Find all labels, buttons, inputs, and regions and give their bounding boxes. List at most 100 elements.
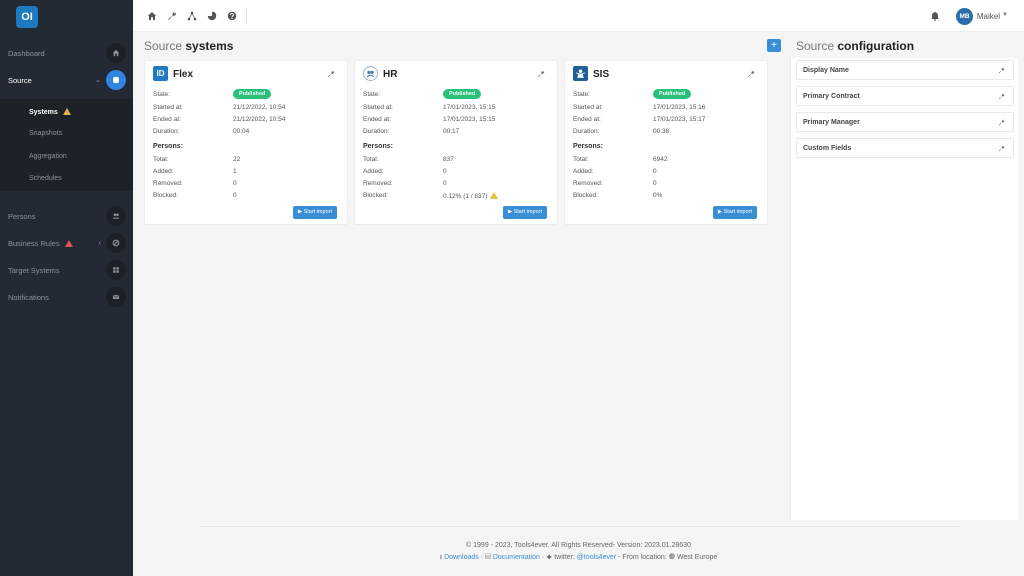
sidebar-item-business-rules[interactable]: Business Rules ‹ xyxy=(0,230,133,256)
question-icon[interactable] xyxy=(227,11,237,21)
blocked-label: Blocked: xyxy=(573,192,598,199)
title-light: Source xyxy=(796,39,835,53)
sidebar-item-label: Business Rules xyxy=(8,239,73,248)
business-rules-text: Business Rules xyxy=(8,238,60,248)
sidebar-item-label: Target Systems xyxy=(8,265,60,275)
sidebar-item-persons[interactable]: Persons xyxy=(0,203,133,229)
ended-value: 17/01/2023, 15:17 xyxy=(653,116,706,123)
globe-icon: ◍ xyxy=(668,554,675,561)
persons-heading: Persons: xyxy=(573,143,603,150)
title-bold: configuration xyxy=(837,39,915,53)
state-label: State: xyxy=(153,91,170,98)
config-item-label: Display Name xyxy=(803,67,849,74)
start-import-button[interactable]: ▶ Start import xyxy=(712,206,757,219)
config-item-label: Custom Fields xyxy=(803,145,852,152)
config-item-display-name[interactable]: Display Name xyxy=(796,60,1014,80)
removed-value: 0 xyxy=(443,180,447,187)
sidebar-item-label: Dashboard xyxy=(8,48,45,58)
envelope-icon xyxy=(106,287,126,307)
total-value: 22 xyxy=(233,156,241,163)
location-value: West Europe xyxy=(676,554,718,561)
sidebar-item-notifications[interactable]: Notifications xyxy=(0,284,133,310)
title-bold: systems xyxy=(185,39,234,53)
persons-heading: Persons: xyxy=(363,143,393,150)
grid-icon xyxy=(106,260,126,280)
wrench-icon[interactable] xyxy=(537,70,545,78)
downloads-link[interactable]: Downloads xyxy=(444,554,479,561)
system-card-hr: HR State: Published Started at: 17/01/20… xyxy=(354,60,558,225)
config-item-primary-contract[interactable]: Primary Contract xyxy=(796,86,1014,106)
app-logo[interactable]: OI xyxy=(16,6,38,28)
sidebar-subitem-systems[interactable]: Systems xyxy=(29,108,71,116)
blocked-label: Blocked: xyxy=(363,192,388,199)
system-card-sis: SIS State: Published Started at: 17/01/2… xyxy=(564,60,768,225)
wrench-icon[interactable] xyxy=(998,145,1005,152)
home-icon[interactable] xyxy=(147,11,157,21)
add-system-button[interactable]: + xyxy=(767,39,781,52)
documentation-link[interactable]: Documentation xyxy=(493,554,540,561)
added-label: Added: xyxy=(363,168,384,175)
state-label: State: xyxy=(363,91,380,98)
duration-label: Duration: xyxy=(153,128,180,135)
footer-copyright: © 1999 - 2023, Tools4ever. All Rights Re… xyxy=(466,542,691,549)
start-import-button[interactable]: ▶ Start import xyxy=(502,206,547,219)
card-title: HR xyxy=(383,69,398,80)
caret-down-icon[interactable]: ▼ xyxy=(1002,12,1008,18)
sidebar-item-source[interactable]: Source ⌄ xyxy=(0,67,133,93)
sis-logo-icon xyxy=(573,66,588,81)
system-card-flex: ID Flex State: Published Started at: 21/… xyxy=(144,60,348,225)
started-label: Started at: xyxy=(153,104,183,111)
state-label: State: xyxy=(573,91,590,98)
total-value: 837 xyxy=(443,156,454,163)
config-item-custom-fields[interactable]: Custom Fields xyxy=(796,138,1014,158)
card-title: SIS xyxy=(593,69,610,80)
started-value: 17/01/2023, 15:16 xyxy=(653,104,706,111)
duration-value: 00:04 xyxy=(233,128,250,135)
warning-icon xyxy=(490,192,499,199)
wrench-icon[interactable] xyxy=(998,67,1005,74)
wrench-icon[interactable] xyxy=(327,70,335,78)
bell-icon[interactable] xyxy=(930,11,940,21)
sidebar-subitem-aggregation[interactable]: Aggregation xyxy=(29,153,67,160)
user-name[interactable]: Maikel xyxy=(977,12,1000,21)
sidebar-subitem-schedules[interactable]: Schedules xyxy=(29,175,62,182)
flex-id-icon: ID xyxy=(153,66,168,81)
chevron-down-icon: ⌄ xyxy=(95,77,101,84)
pie-chart-icon[interactable] xyxy=(207,11,217,21)
ban-icon xyxy=(106,233,126,253)
twitter-link[interactable]: @tools4ever xyxy=(577,554,616,561)
ended-label: Ended at: xyxy=(363,116,391,123)
ended-value: 17/01/2023, 15:15 xyxy=(443,116,496,123)
added-value: 0 xyxy=(443,168,447,175)
persons-heading: Persons: xyxy=(153,143,183,150)
started-value: 21/12/2022, 10:54 xyxy=(233,104,286,111)
wrench-icon[interactable] xyxy=(747,70,755,78)
wrench-icon[interactable] xyxy=(998,93,1005,100)
sidebar-item-target-systems[interactable]: Target Systems xyxy=(0,257,133,283)
avatar[interactable]: MB xyxy=(956,8,973,25)
duration-value: 00:17 xyxy=(443,128,460,135)
total-value: 6942 xyxy=(653,156,668,163)
warning-icon xyxy=(62,108,71,115)
footer-links: ⭳ Downloads · ▤ Documentation · ✦ twitte… xyxy=(0,553,1024,564)
config-item-primary-manager[interactable]: Primary Manager xyxy=(796,112,1014,132)
removed-label: Removed: xyxy=(153,180,183,187)
sidebar-item-dashboard[interactable]: Dashboard xyxy=(0,40,133,66)
share-nodes-icon[interactable] xyxy=(187,11,197,21)
removed-value: 0 xyxy=(233,180,237,187)
added-value: 0 xyxy=(653,168,657,175)
divider xyxy=(246,8,247,24)
removed-label: Removed: xyxy=(363,180,393,187)
sidebar-subitem-snapshots[interactable]: Snapshots xyxy=(29,130,62,137)
wrench-icon[interactable] xyxy=(167,11,177,21)
total-label: Total: xyxy=(363,156,379,163)
config-item-label: Primary Manager xyxy=(803,119,860,126)
start-import-button[interactable]: ▶ Start import xyxy=(292,206,337,219)
page-title: Source systems xyxy=(144,39,233,53)
duration-label: Duration: xyxy=(363,128,390,135)
separator: · xyxy=(541,554,545,561)
wrench-icon[interactable] xyxy=(998,119,1005,126)
sidebar-item-label: Source xyxy=(8,75,32,85)
users-icon xyxy=(106,206,126,226)
ended-label: Ended at: xyxy=(573,116,601,123)
